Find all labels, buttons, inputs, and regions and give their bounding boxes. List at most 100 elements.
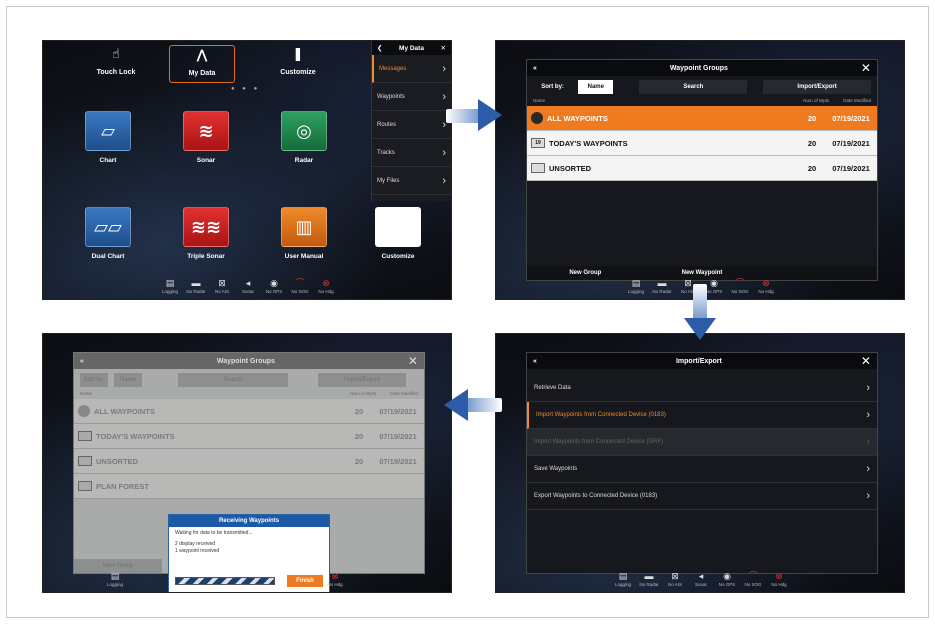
calendar-icon: 19 [531,138,545,148]
wrench-icon: ❚ [292,46,304,61]
tile-customize[interactable]: Customize [365,207,431,260]
chart-icon: ▱ [85,111,131,151]
finish-button[interactable]: Finish [287,575,323,587]
menu-item-save-waypoints[interactable]: Save Waypoints › [527,456,877,483]
waypoint-groups-screen: « Waypoint Groups ✕ Sort by: Name Search… [495,40,905,300]
dialog-header: « Waypoint Groups ✕ [527,60,877,76]
status-logging[interactable]: ▤ Logging [611,570,635,592]
folder-icon [531,163,545,173]
table-row[interactable]: UNSORTED 20 07/19/2021 [527,156,877,181]
logging-icon: ▤ [631,278,641,288]
status-sog[interactable]: ⌒ No SOG [288,277,312,299]
sidebar-header: ❮ My Data ✕ [372,41,451,55]
table-row[interactable]: 19 TODAY'S WAYPOINTS 20 07/19/2021 [527,131,877,156]
close-icon[interactable]: ✕ [861,354,871,368]
status-bar: ▤ Logging ▬ No Radar ⊠ No AIS ◂ Sonar ◉ No GP… [148,277,348,299]
tile-triple-sonar[interactable]: ≋≋ Triple Sonar [173,207,239,260]
chevron-right-icon: › [866,382,870,394]
sonar-icon: ≋ [183,111,229,151]
gps-icon: ◉ [270,278,278,288]
menu-item-import-grf: Import Waypoints from Connected Device (… [527,429,877,456]
status-hdg[interactable]: ⊗ No Hdg [314,277,338,299]
status-logging[interactable]: ▤ Logging [158,277,182,299]
back-icon[interactable]: « [533,358,537,365]
status-bar: ▤ Logging ▬ No Radar ⊠ No AIS ◂ Sonar ◉ No GP… [601,570,801,592]
radar-status-icon: ▬ [644,571,654,581]
hand-icon: ☝ [112,46,120,61]
status-sog[interactable]: ⌒ No SOG [728,277,752,299]
tile-chart[interactable]: ▱ Chart [75,111,141,164]
my-data-sidebar: ❮ My Data ✕ Messages › Waypoints › Routes ›… [371,41,451,201]
sog-icon: ⌒ [735,278,745,288]
radar-status-icon: ▬ [191,278,201,288]
sonar-status-icon: ◂ [698,571,704,581]
toolbar: Sort by: Name Search Import/Export [527,76,877,98]
folder-icon [78,456,92,466]
chevron-right-icon: › [442,90,446,103]
logging-icon: ▤ [110,571,120,581]
back-icon[interactable]: « [533,65,537,72]
globe-icon [78,405,90,417]
search-button[interactable]: Search [639,80,748,94]
status-sonar[interactable]: ◂ Sonar [689,570,713,592]
import-export-dialog: « Import/Export ✕ Retrieve Data › Import … [526,352,878,574]
table-row: UNSORTED 20 07/19/2021 [74,449,424,474]
status-gps[interactable]: ◉ No GPS [715,570,739,592]
chevron-right-icon: › [866,409,870,421]
sidebar-item-waypoints[interactable]: Waypoints › [372,83,451,111]
status-hdg[interactable]: ⊗ No Hdg [754,277,778,299]
sidebar-item-tracks[interactable]: Tracks › [372,139,451,167]
status-radar[interactable]: ▬ No Radar [650,277,674,299]
status-logging[interactable]: ▤ Logging [624,277,648,299]
chevron-right-icon: › [442,146,446,159]
import-export-screen: « Import/Export ✕ Retrieve Data › Import … [495,333,905,593]
sonar-status-icon: ◂ [245,278,251,288]
status-gps[interactable]: ◉ No GPS [262,277,286,299]
close-icon[interactable]: ✕ [861,61,871,75]
table-row[interactable]: ALL WAYPOINTS 20 07/19/2021 [527,106,877,131]
sidebar-item-routes[interactable]: Routes › [372,111,451,139]
logging-icon: ▤ [165,278,175,288]
popup-title: Receiving Waypoints [169,515,329,527]
table-row: ALL WAYPOINTS 20 07/19/2021 [74,399,424,424]
tile-radar[interactable]: ◎ Radar [271,111,337,164]
sidebar-item-my-files[interactable]: My Files › [372,167,451,195]
progress-bar [175,577,275,585]
chevron-right-icon: › [866,463,870,475]
sort-name-button: Name [114,373,142,387]
import-export-button[interactable]: Import/Export [763,80,871,94]
blank-tile-icon [375,207,421,247]
status-hdg[interactable]: ⊗ No Hdg [767,570,791,592]
tile-sonar[interactable]: ≋ Sonar [173,111,239,164]
sidebar-item-messages[interactable]: Messages › [372,55,451,83]
close-icon[interactable]: ✕ [441,44,446,52]
status-hdg[interactable]: ⊗ No Hdg [323,570,347,592]
sog-icon: ⌒ [295,278,305,288]
menu-item-export-0183[interactable]: Export Waypoints to Connected Device (01… [527,483,877,510]
customize-top-button[interactable]: ❚ Customize [265,46,331,77]
sort-name-button[interactable]: Name [578,80,614,94]
receiving-waypoints-screen: « Waypoint Groups ✕ Sort by: Name Search… [42,333,452,593]
my-data-button[interactable]: ⋀ My Data [169,45,235,83]
menu-item-import-0183[interactable]: Import Waypoints from Connected Device (… [527,402,877,429]
touch-lock-button[interactable]: ☝ Touch Lock [83,46,149,77]
status-radar[interactable]: ▬ No Radar [637,570,661,592]
column-headers: Name Num of Wpts Date Modified [533,98,871,103]
sort-by-label: Sort by: [541,84,564,90]
status-sonar[interactable]: ◂ Sonar [236,277,260,299]
status-radar[interactable]: ▬ No Radar [184,277,208,299]
book-icon: ▥ [281,207,327,247]
gps-icon: ◉ [723,571,731,581]
back-icon[interactable]: ❮ [377,44,382,52]
status-sog[interactable]: ⌒ No SOG [741,570,765,592]
menu-item-retrieve-data[interactable]: Retrieve Data › [527,375,877,402]
status-ais[interactable]: ⊠ No AIS [663,570,687,592]
status-ais[interactable]: ⊠ No AIS [210,277,234,299]
tile-dual-chart[interactable]: ▱▱ Dual Chart [75,207,141,260]
calendar-icon [78,431,92,441]
tile-user-manual[interactable]: ▥ User Manual [271,207,337,260]
triple-sonar-icon: ≋≋ [183,207,229,247]
globe-icon [531,112,543,124]
status-logging[interactable]: ▤ Logging [103,570,127,592]
page-indicator: ● ● ● [231,86,261,92]
